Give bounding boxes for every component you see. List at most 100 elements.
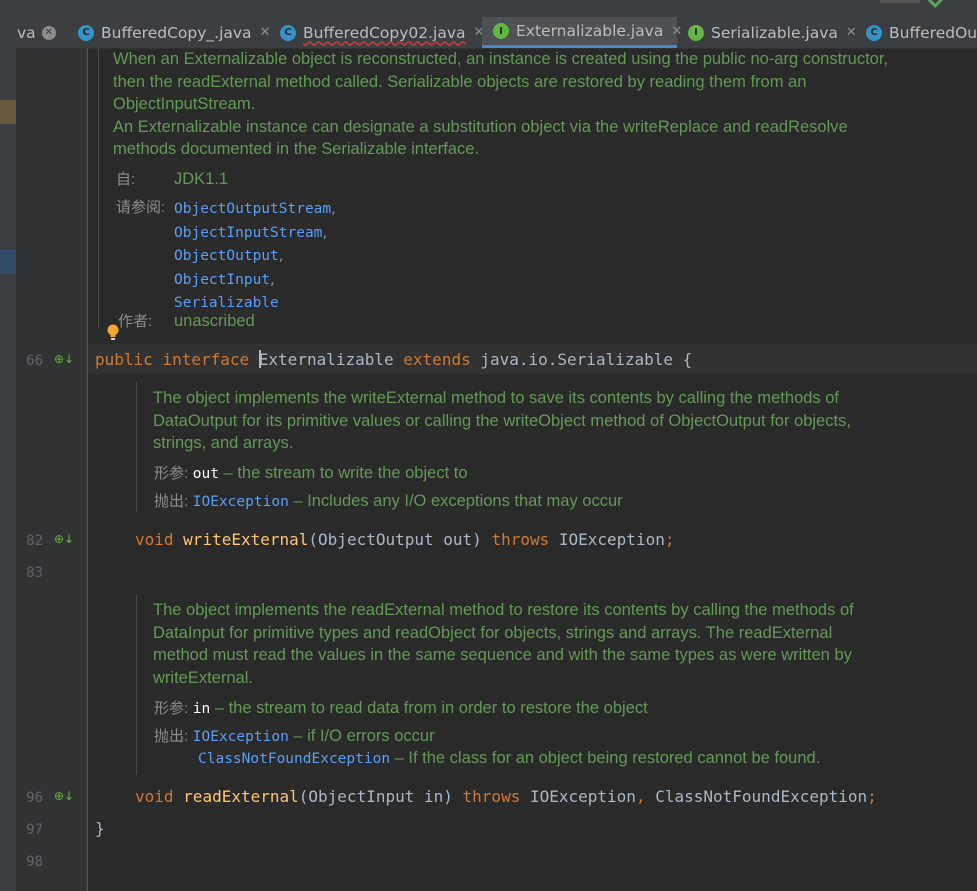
exception-link[interactable]: ClassNotFoundException xyxy=(198,751,390,767)
exception-type: ClassNotFoundException xyxy=(655,787,868,806)
since-value: JDK1.1 xyxy=(174,170,229,188)
param-name: in xyxy=(192,701,211,717)
line-number: 96 xyxy=(26,790,43,806)
param-row: 形参: in – the stream to read data from in… xyxy=(154,697,648,721)
implemented-method-icon[interactable]: ⊕↓ xyxy=(54,352,74,366)
throws-row: 抛出: IOException – if I/O errors occur xyxy=(154,725,435,749)
line-number: 97 xyxy=(26,822,43,838)
tab-bufferedcopy[interactable]: C BufferedCopy_.java ✕ xyxy=(78,17,270,48)
see-link[interactable]: ObjectOutputStream xyxy=(174,201,331,217)
tab-bufferedcopy02[interactable]: C BufferedCopy02.java ✕ xyxy=(280,17,484,48)
see-link[interactable]: Serializable xyxy=(174,295,279,311)
semicolon: ; xyxy=(664,530,675,549)
throws-label: 抛出: xyxy=(154,728,189,745)
exception-type: IOException xyxy=(558,530,665,549)
param-row: 形参: out – the stream to write the object… xyxy=(154,462,468,486)
read-doc-comment: The object implements the readExternal m… xyxy=(153,599,963,689)
exception-type: IOException xyxy=(529,787,636,806)
throws-row: 抛出: IOException – Includes any I/O excep… xyxy=(154,490,623,514)
class-icon: C xyxy=(280,24,296,41)
keyword: public xyxy=(95,350,153,369)
close-icon[interactable]: ✕ xyxy=(671,24,682,39)
line-number: 66 xyxy=(26,353,43,369)
write-doc-comment: The object implements the writeExternal … xyxy=(153,387,963,455)
implemented-method-icon[interactable]: ⊕↓ xyxy=(54,532,74,546)
throws-desc: – if I/O errors occur xyxy=(288,727,435,745)
semicolon: ; xyxy=(867,787,877,806)
tab-externalizable[interactable]: I Externalizable.java ✕ xyxy=(482,17,682,48)
method-name: readExternal xyxy=(183,787,299,806)
see-label-row: 请参阅: xyxy=(116,196,165,220)
doc-line: An Externalizable instance can designate… xyxy=(113,117,848,136)
code-editor[interactable]: When an Externalizable object is reconst… xyxy=(88,48,977,891)
params: (ObjectOutput out) xyxy=(308,530,482,549)
selection-marker xyxy=(0,250,16,274)
interface-name: Externalizable xyxy=(258,350,394,369)
doc-line: The object implements the writeExternal … xyxy=(153,389,840,407)
doc-guide-bar xyxy=(136,382,137,512)
read-external-method: void readExternal(ObjectInput in) throws… xyxy=(135,787,877,806)
tab-label: va xyxy=(17,23,36,42)
bookmark-marker xyxy=(0,100,16,124)
param-desc: – the stream to write the object to xyxy=(218,464,468,482)
doc-guide-bar xyxy=(136,595,137,775)
author-row: 作者: xyxy=(118,310,152,334)
param-desc: – the stream to read data from in order … xyxy=(210,699,648,717)
close-icon[interactable]: ✕ xyxy=(41,25,56,40)
tab-truncated[interactable]: va ✕ xyxy=(0,17,66,48)
keyword: throws xyxy=(491,530,550,549)
doc-line: The object implements the readExternal m… xyxy=(153,601,854,619)
implemented-method-icon[interactable]: ⊕↓ xyxy=(54,789,74,803)
line-number: 98 xyxy=(26,854,43,870)
see-link[interactable]: ObjectOutput xyxy=(174,248,279,264)
tab-label: Externalizable.java xyxy=(516,22,664,40)
throws-row: ClassNotFoundException – If the class fo… xyxy=(198,747,820,771)
param-label: 形参: xyxy=(154,465,189,482)
see-link[interactable]: ObjectInputStream xyxy=(174,225,322,241)
tab-label: BufferedCopy02.java xyxy=(303,23,466,42)
line-number: 83 xyxy=(26,565,43,581)
exception-link[interactable]: IOException xyxy=(193,494,289,510)
class-icon: C xyxy=(866,24,882,41)
doc-line: method must read the values in the same … xyxy=(153,646,852,664)
close-icon[interactable]: ✕ xyxy=(846,25,857,40)
see-links: ObjectOutputStream, ObjectInputStream, O… xyxy=(174,199,336,311)
since-label: 自: xyxy=(116,171,136,188)
doc-line: DataInput for primitive types and readOb… xyxy=(153,623,833,642)
keyword: extends xyxy=(403,350,471,369)
write-external-method: void writeExternal(ObjectOutput out) thr… xyxy=(135,530,674,549)
class-doc-comment: When an Externalizable object is reconst… xyxy=(113,48,963,161)
keyword: throws xyxy=(462,787,521,806)
exception-link[interactable]: IOException xyxy=(193,729,289,745)
tab-bufferedout[interactable]: C BufferedOut xyxy=(866,17,977,48)
throws-desc: – Includes any I/O exceptions that may o… xyxy=(288,492,623,510)
tab-label: BufferedCopy_.java xyxy=(101,23,252,42)
doc-line: ObjectInputStream. xyxy=(113,95,256,113)
line-number: 82 xyxy=(26,533,43,549)
tab-serializable[interactable]: I Serializable.java ✕ xyxy=(688,17,857,48)
closing-brace: } xyxy=(95,819,105,838)
line-gutter: 66 ⊕↓ 82 ⊕↓ 83 96 ⊕↓ 97 98 xyxy=(16,48,88,891)
param-label: 形参: xyxy=(154,700,189,717)
see-link[interactable]: ObjectInput xyxy=(174,272,270,288)
method-name: writeExternal xyxy=(183,530,309,549)
author-value: unascribed xyxy=(174,312,255,330)
close-icon[interactable]: ✕ xyxy=(260,25,271,40)
author-label: 作者: xyxy=(118,313,153,330)
params: (ObjectInput in) xyxy=(298,787,453,806)
super-interface: java.io.Serializable { xyxy=(480,350,693,369)
since-row: 自: xyxy=(116,168,135,192)
throws-desc: – If the class for an object being resto… xyxy=(390,749,821,767)
run-check-icon[interactable] xyxy=(926,0,943,8)
interface-icon: I xyxy=(688,24,704,41)
doc-line: strings, and arrays. xyxy=(153,434,294,452)
doc-line: writeExternal. xyxy=(153,668,253,687)
keyword: void xyxy=(135,787,174,806)
interface-icon: I xyxy=(493,23,509,39)
structure-strip xyxy=(0,48,16,891)
comma: , xyxy=(635,787,646,806)
doc-line: then the readExternal method called. Ser… xyxy=(113,72,807,91)
doc-guide-bar xyxy=(98,48,99,328)
doc-line: DataOutput for its primitive values or c… xyxy=(153,411,851,430)
toolbar-strip xyxy=(0,0,977,17)
